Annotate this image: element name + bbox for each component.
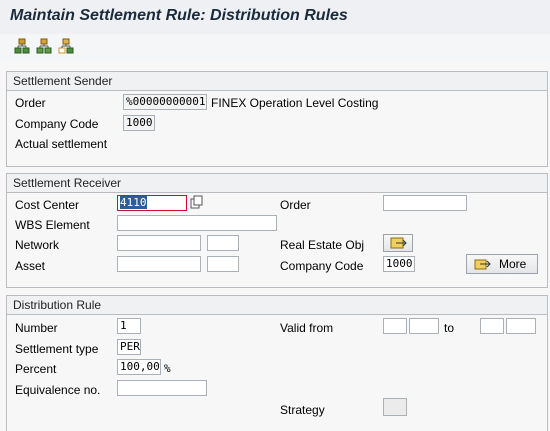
wbs-element-field[interactable]: [117, 215, 277, 231]
receiver-company-code-label: Company Code: [280, 259, 364, 273]
wbs-element-label: WBS Element: [15, 218, 90, 232]
company-code-label: Company Code: [15, 117, 99, 131]
receiver-company-code-field[interactable]: 1000: [383, 256, 415, 272]
equivalence-field[interactable]: [117, 380, 207, 396]
sender-order-field[interactable]: %00000000001: [123, 94, 207, 110]
percent-unit: %: [164, 362, 171, 375]
valid-to-year-field[interactable]: [506, 318, 536, 334]
arrow-right-icon: [390, 237, 407, 249]
equivalence-label: Equivalence no.: [15, 383, 101, 397]
settlement-sender-group: Settlement Sender Order %00000000001 FIN…: [6, 71, 548, 167]
group-header: Settlement Sender: [7, 72, 547, 91]
copy-icon[interactable]: [190, 195, 204, 211]
real-estate-label: Real Estate Obj: [280, 238, 365, 252]
network-activity-field[interactable]: [207, 235, 239, 251]
org-chart-icon[interactable]: [58, 38, 74, 54]
more-button[interactable]: More: [466, 254, 538, 274]
percent-field[interactable]: 100,00: [117, 359, 161, 375]
settlement-type-label: Settlement type: [15, 342, 99, 356]
receiver-order-label: Order: [280, 198, 311, 212]
asset-field[interactable]: [117, 256, 201, 272]
strategy-label: Strategy: [280, 403, 325, 417]
strategy-field[interactable]: [383, 398, 407, 416]
group-header: Settlement Receiver: [7, 174, 547, 193]
actual-settlement-label: Actual settlement: [15, 137, 108, 151]
number-label: Number: [15, 321, 58, 335]
asset-subnumber-field[interactable]: [207, 256, 239, 272]
settlement-type-field[interactable]: PER: [117, 339, 141, 355]
valid-from-label: Valid from: [280, 321, 334, 335]
tree-structure-icon[interactable]: [36, 38, 52, 54]
to-label: to: [444, 321, 455, 335]
distribution-rule-group: Distribution Rule Number 1 Settlement ty…: [6, 295, 548, 431]
real-estate-button[interactable]: [383, 234, 413, 252]
cost-center-field[interactable]: 4110: [117, 195, 187, 211]
sender-company-code-field[interactable]: 1000: [123, 115, 155, 131]
valid-from-period-field[interactable]: [383, 318, 407, 334]
order-description: FINEX Operation Level Costing: [211, 96, 379, 110]
valid-from-year-field[interactable]: [409, 318, 439, 334]
asset-label: Asset: [15, 259, 46, 273]
page-title: Maintain Settlement Rule: Distribution R…: [10, 7, 348, 24]
settlement-receiver-group: Settlement Receiver Cost Center 4110 WBS…: [6, 173, 548, 288]
receiver-order-field[interactable]: [383, 195, 467, 211]
title-bar: Maintain Settlement Rule: Distribution R…: [0, 0, 550, 34]
cost-center-label: Cost Center: [15, 198, 80, 212]
number-field[interactable]: 1: [117, 318, 141, 334]
toolbar: [0, 34, 550, 60]
valid-to-period-field[interactable]: [480, 318, 504, 334]
more-button-label: More: [499, 257, 527, 271]
hierarchy-icon[interactable]: [14, 38, 30, 54]
network-field[interactable]: [117, 235, 201, 251]
percent-label: Percent: [15, 362, 57, 376]
cost-center-value: 4110: [120, 196, 147, 209]
arrow-right-icon: [474, 259, 491, 270]
order-label: Order: [15, 96, 46, 110]
group-header: Distribution Rule: [7, 296, 547, 315]
network-label: Network: [15, 238, 60, 252]
